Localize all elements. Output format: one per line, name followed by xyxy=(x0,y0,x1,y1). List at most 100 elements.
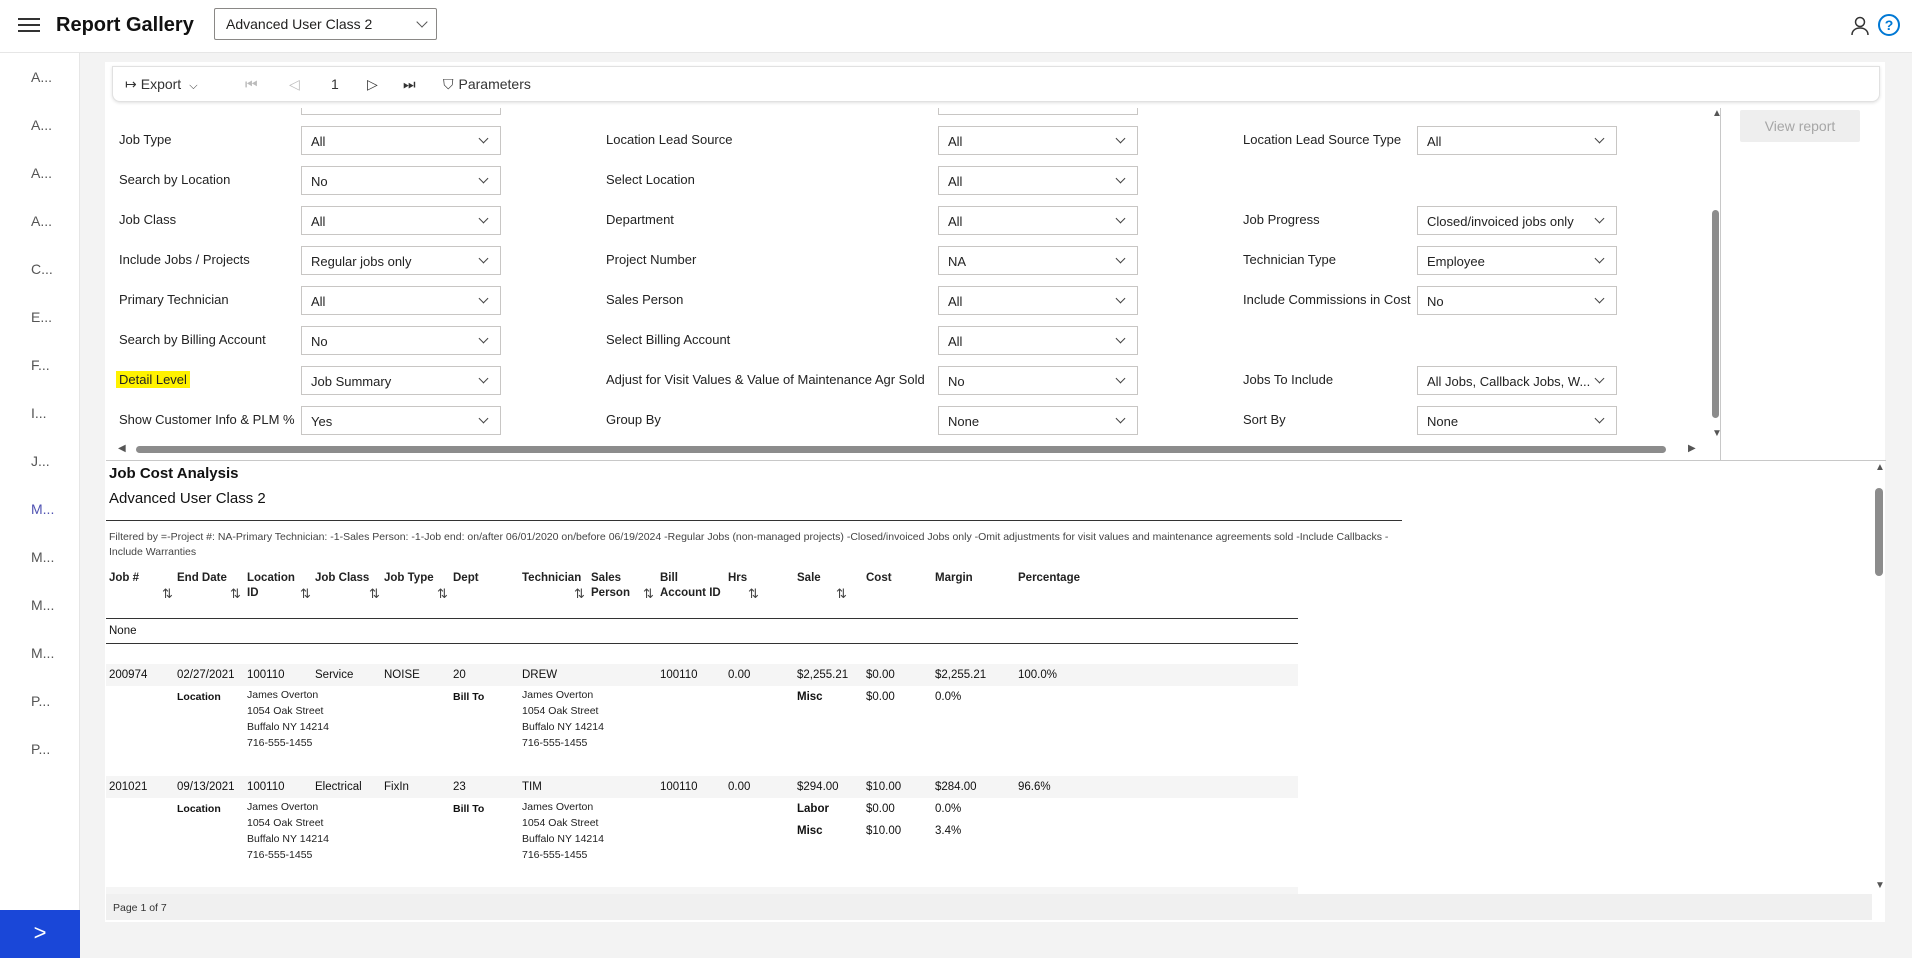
parameters-scrollbar[interactable]: ▲ ▼ xyxy=(1710,108,1722,442)
parameter-dropdown[interactable]: All xyxy=(938,286,1138,315)
sort-icon[interactable]: ⇅ xyxy=(574,586,585,602)
sidebar-item[interactable]: M... xyxy=(31,597,54,613)
sidebar-item[interactable]: C... xyxy=(31,261,53,277)
parameter-dropdown[interactable]: None xyxy=(938,406,1138,435)
column-header[interactable]: Margin xyxy=(935,571,973,586)
column-header[interactable]: Hrs xyxy=(728,571,747,586)
breakdown-percent: 3.4% xyxy=(935,825,962,837)
sort-icon[interactable]: ⇅ xyxy=(836,586,847,602)
report-selector[interactable]: Advanced User Class 2 xyxy=(214,8,437,40)
column-header[interactable]: Cost xyxy=(866,571,892,586)
sort-icon[interactable]: ⇅ xyxy=(748,586,759,602)
title-rule xyxy=(106,520,1402,521)
parameter-dropdown[interactable]: No xyxy=(301,166,501,195)
column-header[interactable]: Percentage xyxy=(1018,571,1080,586)
parameter-dropdown[interactable]: All xyxy=(938,126,1138,155)
breakdown-label: Misc xyxy=(797,691,823,703)
parameters-h-scrollbar[interactable]: ◀ ▶ xyxy=(118,442,1698,456)
parameter-dropdown[interactable]: All xyxy=(938,206,1138,235)
expand-sidebar-button[interactable]: > xyxy=(0,910,80,958)
column-header[interactable]: Bill Account ID xyxy=(660,571,721,601)
column-header[interactable]: Sale xyxy=(797,571,821,586)
sort-icon[interactable]: ⇅ xyxy=(437,586,448,602)
parameter-dropdown[interactable]: Job Summary xyxy=(301,366,501,395)
parameter-dropdown[interactable]: All Jobs, Callback Jobs, W... xyxy=(1417,366,1617,395)
parameter-dropdown[interactable]: All xyxy=(301,286,501,315)
report-toolbar: ↦ Export ⌵ ⏮ ◁ 1 ▷ ⏭ ⛉ Parameters xyxy=(112,66,1880,102)
parameter-dropdown[interactable]: NA xyxy=(938,246,1138,275)
parameter-dropdown[interactable]: Regular jobs only xyxy=(301,246,501,275)
sort-icon[interactable]: ⇅ xyxy=(300,586,311,602)
export-button[interactable]: ↦ Export ⌵ xyxy=(125,76,198,93)
report-subtitle: Advanced User Class 2 xyxy=(109,490,266,507)
next-page-button[interactable]: ▷ xyxy=(367,76,378,93)
table-cell: 201021 xyxy=(109,781,148,793)
parameter-dropdown[interactable]: All xyxy=(938,166,1138,195)
column-header[interactable]: Job Type xyxy=(384,571,434,586)
parameter-dropdown[interactable]: Employee xyxy=(1417,246,1617,275)
sidebar-item[interactable]: A... xyxy=(31,165,52,181)
sidebar-item[interactable]: J... xyxy=(31,453,50,469)
sidebar-item[interactable]: F... xyxy=(31,357,50,373)
table-row[interactable] xyxy=(106,664,1298,686)
chevron-down-icon xyxy=(1115,413,1126,424)
help-icon[interactable]: ? xyxy=(1878,14,1900,36)
sidebar-item[interactable]: P... xyxy=(31,693,50,709)
sidebar-item[interactable]: M... xyxy=(31,501,54,517)
page-number[interactable]: 1 xyxy=(331,76,339,92)
first-page-button[interactable]: ⏮ xyxy=(245,76,258,93)
sidebar-item[interactable]: M... xyxy=(31,645,54,661)
parameter-dropdown[interactable]: All xyxy=(301,206,501,235)
parameter-dropdown[interactable] xyxy=(301,108,501,115)
column-header[interactable]: Dept xyxy=(453,571,479,586)
report-scrollbar[interactable]: ▲ ▼ xyxy=(1873,462,1885,894)
parameter-dropdown[interactable]: All xyxy=(938,326,1138,355)
column-header[interactable]: Location ID xyxy=(247,571,295,601)
parameter-label: Sort By xyxy=(1243,412,1286,427)
scroll-thumb[interactable] xyxy=(1875,488,1883,576)
page-footer: Page 1 of 7 xyxy=(106,894,1872,920)
parameter-dropdown[interactable] xyxy=(938,108,1138,115)
parameter-dropdown[interactable]: All xyxy=(1417,126,1617,155)
sidebar-item[interactable]: A... xyxy=(31,213,52,229)
sidebar-item[interactable]: M... xyxy=(31,549,54,565)
sort-icon[interactable]: ⇅ xyxy=(369,586,380,602)
sidebar-item[interactable]: P... xyxy=(31,741,50,757)
table-row[interactable] xyxy=(106,776,1298,798)
parameter-value: No xyxy=(948,374,965,389)
column-header-line: Sales xyxy=(591,572,622,584)
sort-icon[interactable]: ⇅ xyxy=(643,586,654,602)
parameter-dropdown[interactable]: No xyxy=(1417,286,1617,315)
chevron-down-icon xyxy=(1594,213,1605,224)
hamburger-menu-icon[interactable] xyxy=(18,14,40,36)
user-icon[interactable] xyxy=(1851,16,1869,36)
sidebar-item[interactable]: E... xyxy=(31,309,52,325)
column-header[interactable]: Technician xyxy=(522,571,581,586)
sidebar-item[interactable]: A... xyxy=(31,117,52,133)
parameter-dropdown[interactable]: No xyxy=(938,366,1138,395)
sidebar-item[interactable]: A... xyxy=(31,69,52,85)
scroll-thumb[interactable] xyxy=(136,446,1666,453)
column-header[interactable]: End Date xyxy=(177,571,227,586)
column-header[interactable]: Sales Person xyxy=(591,571,630,601)
column-header-line: Technician xyxy=(522,572,582,584)
previous-page-button[interactable]: ◁ xyxy=(289,76,300,93)
sort-icon[interactable]: ⇅ xyxy=(162,586,173,602)
parameter-label: Project Number xyxy=(606,252,697,267)
last-page-button[interactable]: ⏭ xyxy=(403,76,416,93)
scroll-thumb[interactable] xyxy=(1712,210,1719,418)
parameter-dropdown[interactable]: Closed/invoiced jobs only xyxy=(1417,206,1617,235)
view-report-button[interactable]: View report xyxy=(1740,110,1860,142)
parameter-dropdown[interactable]: Yes xyxy=(301,406,501,435)
parameter-dropdown[interactable]: All xyxy=(301,126,501,155)
column-header[interactable]: Job # xyxy=(109,571,139,586)
chevron-down-icon xyxy=(478,133,489,144)
sort-icon[interactable]: ⇅ xyxy=(230,586,241,602)
column-header[interactable]: Job Class xyxy=(315,571,369,586)
parameters-button[interactable]: ⛉ Parameters xyxy=(443,76,531,93)
parameter-dropdown[interactable]: None xyxy=(1417,406,1617,435)
table-row[interactable] xyxy=(106,887,1298,894)
sidebar-item[interactable]: I... xyxy=(31,405,47,421)
parameter-value: Job Summary xyxy=(311,374,392,389)
parameter-dropdown[interactable]: No xyxy=(301,326,501,355)
